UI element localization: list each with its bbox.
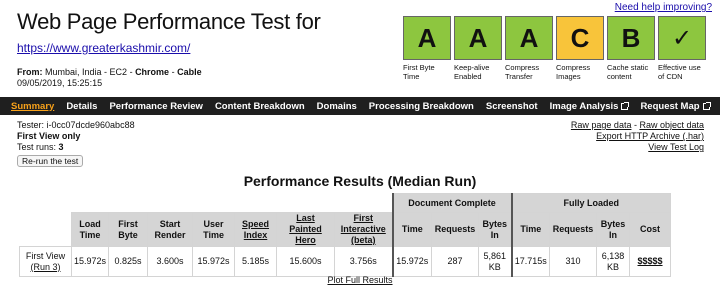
col-fl-bytes: Bytes In (596, 212, 631, 247)
col-load-time: Load Time (70, 212, 110, 247)
results-title: Performance Results (Median Run) (243, 173, 477, 189)
col-dc-time: Time (391, 212, 433, 247)
grade-box: A (403, 16, 451, 60)
col-dc-requests: Requests (431, 212, 480, 247)
tab-content-breakdown[interactable]: Content Breakdown (215, 101, 305, 112)
grade-compress-transfer[interactable]: A Compress Transfer (505, 16, 553, 81)
test-runs: Test runs: 3 (17, 142, 64, 152)
cell-last-painted-hero: 15.600s (276, 246, 336, 277)
cell-fl-time: 17.715s (510, 246, 551, 277)
grade-keep-alive[interactable]: A Keep-alive Enabled (454, 16, 502, 81)
col-first-interactive[interactable]: First Interactive (beta) (334, 212, 394, 247)
test-location-info: From: Mumbai, India - EC2 - Chrome - Cab… (17, 67, 202, 89)
cell-user-time: 15.972s (192, 246, 236, 277)
grades-panel: A First Byte Time A Keep-alive Enabled A Co… (403, 16, 715, 96)
grade-label: Keep-alive Enabled (454, 63, 490, 81)
col-last-painted-hero[interactable]: Last Painted Hero (276, 212, 336, 247)
grade-label: Compress Images (556, 63, 591, 81)
external-link-icon (702, 101, 711, 110)
results-table: Document Complete Fully Loaded Load Time… (19, 193, 672, 277)
cell-first-byte: 0.825s (108, 246, 149, 277)
checkmark-icon: ✓ (658, 16, 706, 60)
main-nav: Summary Details Performance Review Conte… (0, 97, 720, 115)
col-fl-time: Time (510, 212, 551, 247)
cell-speed-index: 5.185s (234, 246, 278, 277)
col-first-byte: First Byte (108, 212, 149, 247)
col-start-render: Start Render (147, 212, 194, 247)
data-links: Raw page data - Raw object data Export H… (570, 120, 704, 152)
plot-full-results-link[interactable]: Plot Full Results (327, 275, 392, 285)
cell-fl-bytes: 6,138 KB (596, 246, 631, 277)
cell-start-render: 3.600s (147, 246, 194, 277)
tab-performance-review[interactable]: Performance Review (109, 101, 202, 112)
tab-processing-breakdown[interactable]: Processing Breakdown (369, 101, 474, 112)
group-fully-loaded: Fully Loaded (510, 193, 672, 213)
tab-domains[interactable]: Domains (317, 101, 357, 112)
tab-details[interactable]: Details (66, 101, 97, 112)
browser-text: Chrome (135, 67, 170, 77)
grade-label: Compress Transfer (505, 63, 540, 81)
col-speed-index[interactable]: Speed Index (234, 212, 278, 247)
raw-page-data-link[interactable]: Raw page data (571, 120, 632, 130)
grade-label: Effective use of CDN (658, 63, 701, 81)
grade-label: First Byte Time (403, 63, 435, 81)
grade-box: A (505, 16, 553, 60)
external-link-icon (621, 101, 630, 110)
grade-cache-static[interactable]: B Cache static content (607, 16, 655, 81)
grade-box: B (607, 16, 655, 60)
tested-url-link[interactable]: https://www.greaterkashmir.com/ (17, 41, 190, 55)
view-mode: First View only (17, 131, 81, 141)
separator: - (127, 67, 136, 77)
tab-summary[interactable]: Summary (11, 101, 54, 112)
raw-object-data-link[interactable]: Raw object data (639, 120, 704, 130)
table-row: First View (Run 3) 15.972s 0.825s 3.600s … (19, 246, 672, 277)
rerun-test-button[interactable]: Re-run the test (17, 155, 84, 167)
separator: - (169, 67, 178, 77)
grade-label: Cache static content (607, 63, 649, 81)
grade-box: A (454, 16, 502, 60)
location-text: Mumbai, India - EC2 (45, 67, 128, 77)
col-user-time: User Time (192, 212, 236, 247)
blank-cell (19, 212, 72, 247)
cell-cost[interactable]: $$$$$ (629, 246, 672, 277)
export-har-link[interactable]: Export HTTP Archive (.har) (596, 131, 704, 141)
cell-fl-requests: 310 (549, 246, 598, 277)
from-label: From: (17, 67, 43, 77)
test-datetime: 09/05/2019, 15:25:15 (17, 78, 103, 88)
page-title: Web Page Performance Test for (17, 9, 321, 34)
cell-first-interactive: 3.756s (334, 246, 394, 277)
col-dc-bytes: Bytes In (478, 212, 513, 247)
grade-box: C (556, 16, 604, 60)
col-fl-requests: Requests (549, 212, 598, 247)
tab-screenshot[interactable]: Screenshot (486, 101, 538, 112)
connection-text: Cable (177, 67, 202, 77)
group-document-complete: Document Complete (391, 193, 513, 213)
cell-dc-requests: 287 (431, 246, 480, 277)
tab-image-analysis[interactable]: Image Analysis (550, 101, 630, 112)
tester-id: Tester: i-0cc07dcde960abc88 (17, 120, 135, 130)
grade-first-byte[interactable]: A First Byte Time (403, 16, 451, 81)
plot-full-results: Plot Full Results (0, 275, 720, 285)
blank-cell (19, 193, 393, 213)
view-test-log-link[interactable]: View Test Log (648, 142, 704, 152)
test-info: Tester: i-0cc07dcde960abc88 First View o… (17, 120, 135, 153)
col-cost: Cost (629, 212, 672, 247)
run-link[interactable]: (Run 3) (30, 262, 60, 272)
cell-dc-bytes: 5,861 KB (478, 246, 513, 277)
tab-request-map[interactable]: Request Map (640, 101, 711, 112)
grade-cdn[interactable]: ✓ Effective use of CDN (658, 16, 706, 81)
cell-dc-time: 15.972s (391, 246, 433, 277)
cell-load-time: 15.972s (70, 246, 110, 277)
grade-compress-images[interactable]: C Compress Images (556, 16, 604, 81)
help-improving-link[interactable]: Need help improving? (615, 2, 712, 13)
row-label: First View (Run 3) (19, 246, 72, 277)
